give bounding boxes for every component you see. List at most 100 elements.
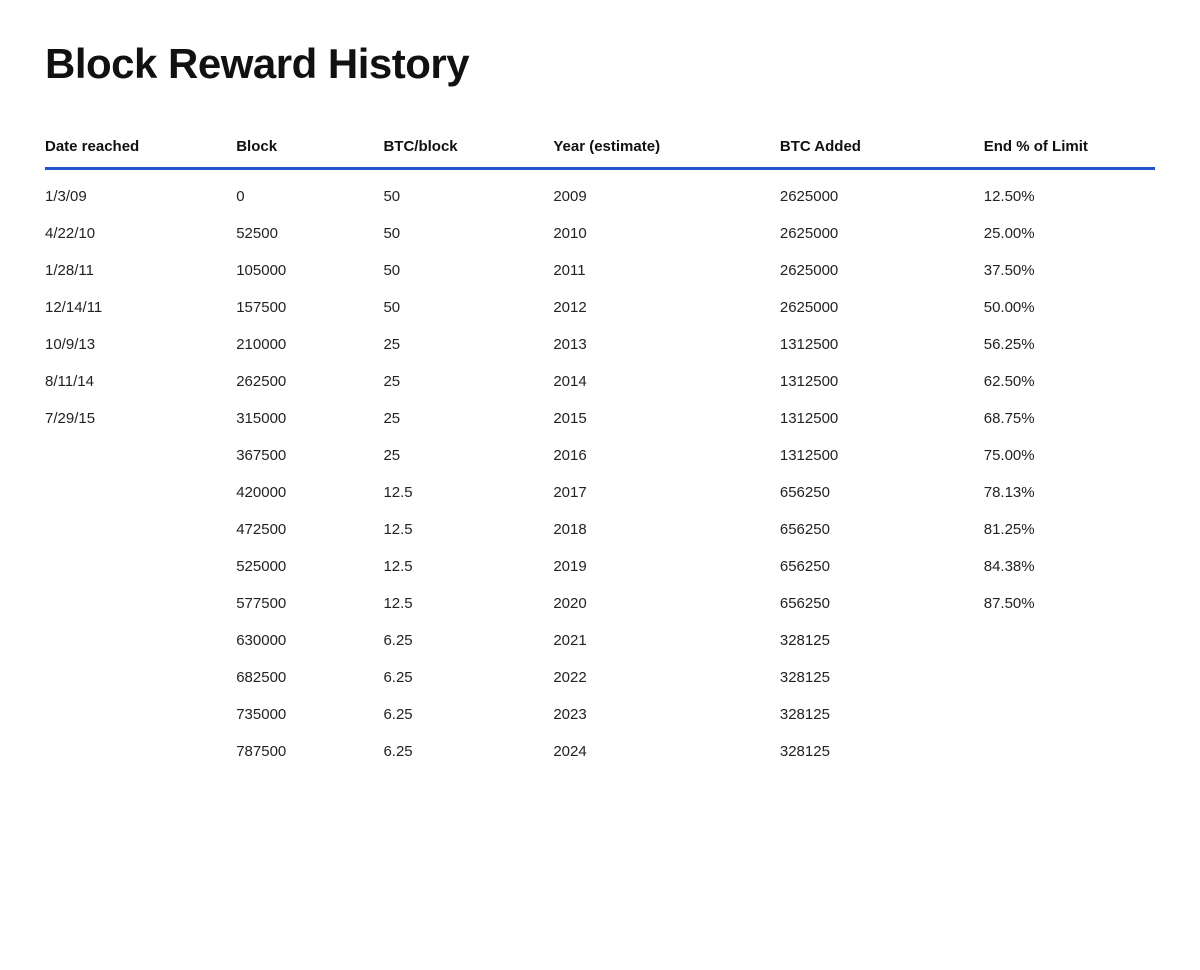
cell-btcblock-9: 12.5 bbox=[373, 511, 543, 548]
cell-btcadded-14: 328125 bbox=[770, 696, 974, 733]
cell-endlimit-7: 75.00% bbox=[974, 437, 1155, 474]
column-header-date: Date reached bbox=[45, 128, 226, 169]
table-row: 12/14/11157500502012262500050.00% bbox=[45, 289, 1155, 326]
column-header-block: Block bbox=[226, 128, 373, 169]
cell-block-7: 367500 bbox=[226, 437, 373, 474]
cell-endlimit-11: 87.50% bbox=[974, 585, 1155, 622]
cell-date-6: 7/29/15 bbox=[45, 400, 226, 437]
cell-date-9 bbox=[45, 511, 226, 548]
cell-year-10: 2019 bbox=[543, 548, 770, 585]
column-header-btcadded: BTC Added bbox=[770, 128, 974, 169]
cell-year-15: 2024 bbox=[543, 733, 770, 770]
cell-btcadded-1: 2625000 bbox=[770, 215, 974, 252]
cell-endlimit-1: 25.00% bbox=[974, 215, 1155, 252]
cell-btcadded-2: 2625000 bbox=[770, 252, 974, 289]
cell-btcblock-2: 50 bbox=[373, 252, 543, 289]
table-row: 1/3/090502009262500012.50% bbox=[45, 169, 1155, 216]
cell-btcblock-1: 50 bbox=[373, 215, 543, 252]
cell-date-11 bbox=[45, 585, 226, 622]
cell-date-1: 4/22/10 bbox=[45, 215, 226, 252]
cell-btcadded-5: 1312500 bbox=[770, 363, 974, 400]
cell-year-3: 2012 bbox=[543, 289, 770, 326]
table-row: 6825006.252022328125 bbox=[45, 659, 1155, 696]
cell-btcblock-6: 25 bbox=[373, 400, 543, 437]
table-row: 57750012.5202065625087.50% bbox=[45, 585, 1155, 622]
cell-endlimit-4: 56.25% bbox=[974, 326, 1155, 363]
table-row: 7350006.252023328125 bbox=[45, 696, 1155, 733]
cell-year-4: 2013 bbox=[543, 326, 770, 363]
cell-block-5: 262500 bbox=[226, 363, 373, 400]
cell-btcblock-12: 6.25 bbox=[373, 622, 543, 659]
cell-btcadded-10: 656250 bbox=[770, 548, 974, 585]
cell-endlimit-3: 50.00% bbox=[974, 289, 1155, 326]
cell-date-12 bbox=[45, 622, 226, 659]
cell-year-7: 2016 bbox=[543, 437, 770, 474]
cell-endlimit-2: 37.50% bbox=[974, 252, 1155, 289]
cell-year-0: 2009 bbox=[543, 169, 770, 216]
cell-btcadded-3: 2625000 bbox=[770, 289, 974, 326]
cell-btcblock-11: 12.5 bbox=[373, 585, 543, 622]
cell-year-6: 2015 bbox=[543, 400, 770, 437]
cell-year-14: 2023 bbox=[543, 696, 770, 733]
cell-block-6: 315000 bbox=[226, 400, 373, 437]
column-header-btcblock: BTC/block bbox=[373, 128, 543, 169]
cell-endlimit-0: 12.50% bbox=[974, 169, 1155, 216]
cell-btcblock-5: 25 bbox=[373, 363, 543, 400]
cell-year-5: 2014 bbox=[543, 363, 770, 400]
cell-block-0: 0 bbox=[226, 169, 373, 216]
cell-block-2: 105000 bbox=[226, 252, 373, 289]
column-header-endlimit: End % of Limit bbox=[974, 128, 1155, 169]
cell-btcadded-0: 2625000 bbox=[770, 169, 974, 216]
cell-endlimit-14 bbox=[974, 696, 1155, 733]
table-row: 8/11/14262500252014131250062.50% bbox=[45, 363, 1155, 400]
cell-btcadded-4: 1312500 bbox=[770, 326, 974, 363]
page-title: Block Reward History bbox=[45, 40, 1155, 88]
cell-btcadded-7: 1312500 bbox=[770, 437, 974, 474]
cell-date-3: 12/14/11 bbox=[45, 289, 226, 326]
cell-year-2: 2011 bbox=[543, 252, 770, 289]
cell-endlimit-13 bbox=[974, 659, 1155, 696]
cell-endlimit-12 bbox=[974, 622, 1155, 659]
cell-btcblock-0: 50 bbox=[373, 169, 543, 216]
cell-endlimit-6: 68.75% bbox=[974, 400, 1155, 437]
table-row: 367500252016131250075.00% bbox=[45, 437, 1155, 474]
table-row: 10/9/13210000252013131250056.25% bbox=[45, 326, 1155, 363]
table-row: 7/29/15315000252015131250068.75% bbox=[45, 400, 1155, 437]
cell-block-11: 577500 bbox=[226, 585, 373, 622]
cell-block-12: 630000 bbox=[226, 622, 373, 659]
cell-endlimit-5: 62.50% bbox=[974, 363, 1155, 400]
cell-year-11: 2020 bbox=[543, 585, 770, 622]
cell-endlimit-10: 84.38% bbox=[974, 548, 1155, 585]
table-row: 52500012.5201965625084.38% bbox=[45, 548, 1155, 585]
cell-endlimit-15 bbox=[974, 733, 1155, 770]
cell-btcadded-8: 656250 bbox=[770, 474, 974, 511]
cell-btcblock-10: 12.5 bbox=[373, 548, 543, 585]
cell-endlimit-9: 81.25% bbox=[974, 511, 1155, 548]
cell-block-1: 52500 bbox=[226, 215, 373, 252]
cell-date-13 bbox=[45, 659, 226, 696]
cell-btcadded-11: 656250 bbox=[770, 585, 974, 622]
cell-btcblock-7: 25 bbox=[373, 437, 543, 474]
cell-date-8 bbox=[45, 474, 226, 511]
cell-date-7 bbox=[45, 437, 226, 474]
cell-date-5: 8/11/14 bbox=[45, 363, 226, 400]
table-row: 42000012.5201765625078.13% bbox=[45, 474, 1155, 511]
cell-block-9: 472500 bbox=[226, 511, 373, 548]
cell-date-2: 1/28/11 bbox=[45, 252, 226, 289]
cell-block-14: 735000 bbox=[226, 696, 373, 733]
cell-btcblock-3: 50 bbox=[373, 289, 543, 326]
cell-block-15: 787500 bbox=[226, 733, 373, 770]
cell-date-15 bbox=[45, 733, 226, 770]
cell-date-0: 1/3/09 bbox=[45, 169, 226, 216]
cell-year-13: 2022 bbox=[543, 659, 770, 696]
column-header-year: Year (estimate) bbox=[543, 128, 770, 169]
cell-btcblock-15: 6.25 bbox=[373, 733, 543, 770]
block-reward-table: Date reachedBlockBTC/blockYear (estimate… bbox=[45, 128, 1155, 770]
table-row: 6300006.252021328125 bbox=[45, 622, 1155, 659]
cell-btcadded-6: 1312500 bbox=[770, 400, 974, 437]
cell-date-4: 10/9/13 bbox=[45, 326, 226, 363]
cell-btcblock-8: 12.5 bbox=[373, 474, 543, 511]
cell-block-10: 525000 bbox=[226, 548, 373, 585]
cell-btcadded-15: 328125 bbox=[770, 733, 974, 770]
cell-btcblock-14: 6.25 bbox=[373, 696, 543, 733]
